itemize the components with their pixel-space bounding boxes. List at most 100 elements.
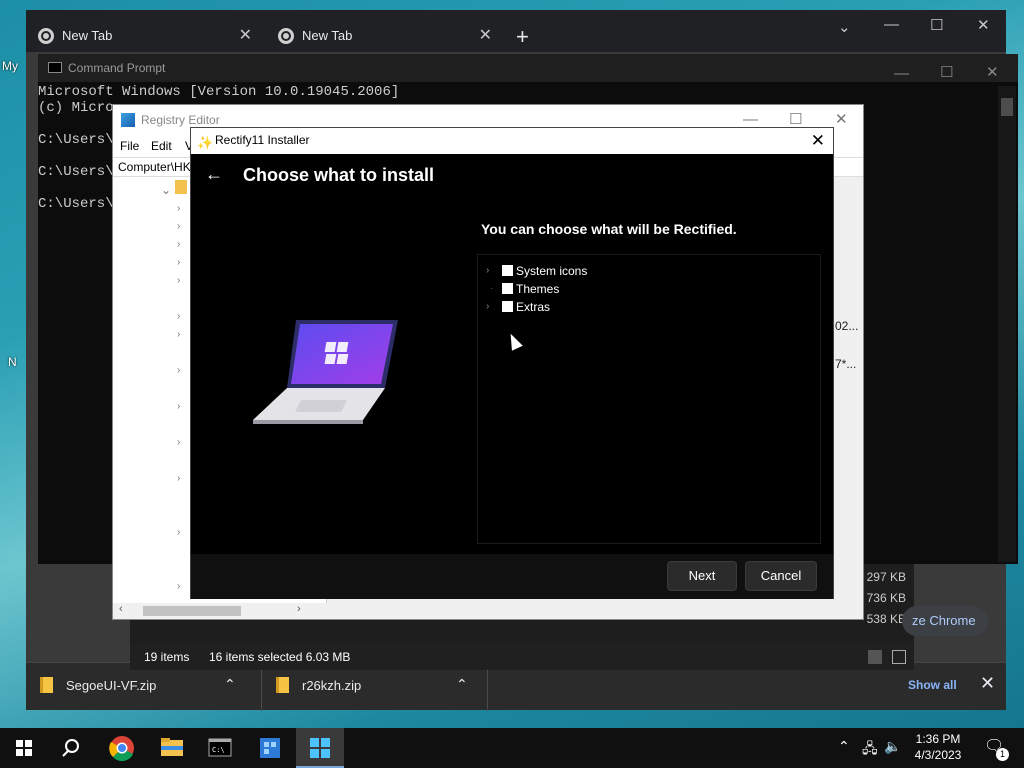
laptop-illustration [253,320,398,424]
search-button[interactable] [48,728,96,768]
chevron-right-icon[interactable]: › [486,262,489,280]
back-arrow-icon[interactable]: ← [205,164,223,185]
customize-chrome-button[interactable]: ze Chrome [902,606,988,636]
chevron-right-icon[interactable]: › [177,275,180,286]
tab-strip: New Tab ✕ New Tab ✕ + ⌄ — ☐ ✕ [26,10,1006,52]
regedit-icon [121,113,135,127]
network-icon[interactable]: 🖧 [862,738,878,762]
zip-file-icon [276,677,289,693]
desktop-icon-label[interactable]: My [2,59,18,73]
tab-search-icon[interactable]: ⌄ [838,18,851,36]
maximize-icon[interactable]: ☐ [930,16,943,34]
volume-icon[interactable]: 🔈 [884,738,901,755]
item-count: 19 items [144,650,190,664]
chevron-down-icon[interactable]: ⌄ [161,183,171,197]
close-icon[interactable]: ✕ [835,105,848,135]
chevron-right-icon[interactable]: › [177,365,180,376]
status-bar: 19 items 16 items selected 6.03 MB [130,644,914,670]
installer-title-bar[interactable]: ✨ Rectify11 Installer ✕ [191,128,833,154]
chevron-right-icon[interactable]: › [177,221,180,232]
console-icon: C:\ [208,738,232,757]
chevron-right-icon[interactable]: › [177,311,180,322]
tiles-view-icon[interactable] [892,650,906,664]
file-size: 538 KB [866,612,906,626]
chevron-right-icon[interactable]: › [177,401,180,412]
file-size: 297 KB [866,570,906,584]
chevron-up-icon[interactable]: ⌃ [224,676,236,693]
chevron-right-icon[interactable]: › [177,329,180,340]
checkbox[interactable] [502,265,513,276]
sparkle-icon: ✨ [197,135,214,150]
chevron-right-icon[interactable]: › [177,203,180,214]
taskbar-rectify11-installer[interactable] [296,728,344,768]
taskbar-registry-editor[interactable] [246,728,294,768]
checkbox[interactable] [502,301,513,312]
taskbar-chrome[interactable] [98,728,146,768]
cancel-button[interactable]: Cancel [745,561,817,591]
tab-title: New Tab [302,28,353,43]
show-all-downloads-link[interactable]: Show all [908,678,957,692]
new-tab-button[interactable]: + [516,24,529,50]
close-icon[interactable]: ✕ [977,16,990,34]
taskbar: C:\ ⌃ 🖧 🔈 1:36 PM 4/3/2023 🗨 1 [0,728,1024,768]
close-downloads-bar-icon[interactable]: ✕ [980,673,995,694]
regedit-icon [260,738,280,758]
cmd-title-bar[interactable]: Command Prompt — ☐ ✕ [38,54,1018,82]
desktop-icon-label[interactable]: N [8,355,17,369]
menu-edit[interactable]: Edit [151,135,172,157]
selection-info: 16 items selected 6.03 MB [209,650,351,664]
folder-icon [175,180,187,194]
notification-badge: 1 [996,748,1009,761]
window-title: Registry Editor [141,113,220,127]
chevron-up-icon[interactable]: ⌃ [838,738,850,755]
option-system-icons[interactable]: › System icons [478,262,778,280]
checkbox[interactable] [502,283,513,294]
tree-connector: · [490,283,494,294]
chrome-icon [109,736,134,762]
taskbar-file-explorer[interactable] [148,728,196,768]
close-tab-icon[interactable]: ✕ [239,23,252,49]
value-data: 7*... [835,357,857,371]
start-button[interactable] [0,728,48,768]
menu-file[interactable]: File [120,135,139,157]
chevron-right-icon[interactable]: › [177,581,180,592]
download-item[interactable]: SegoeUI-VF.zip ⌃ [26,663,262,711]
file-size: 736 KB [866,591,906,605]
clock-date: 4/3/2023 [914,748,962,762]
chevron-right-icon[interactable]: › [177,239,180,250]
windows-logo-icon [16,740,32,756]
svg-text:C:\: C:\ [212,746,225,754]
maximize-icon[interactable]: ☐ [940,59,953,87]
minimize-icon[interactable]: — [884,16,899,33]
install-options-tree[interactable]: › System icons · Themes › Extras [477,254,821,544]
browser-tab[interactable]: New Tab ✕ [26,23,262,52]
clock-time: 1:36 PM [915,732,961,746]
chevron-right-icon[interactable]: › [177,437,180,448]
minimize-icon[interactable]: — [894,60,909,88]
chevron-right-icon[interactable]: › [177,527,180,538]
installer-footer: Next Cancel [191,554,833,599]
chevron-right-icon[interactable]: › [177,257,180,268]
vertical-scrollbar[interactable] [998,86,1016,562]
browser-tab[interactable]: New Tab ✕ [266,23,502,52]
tab-title: New Tab [62,28,113,43]
chrome-favicon-icon [38,28,54,44]
close-icon[interactable]: ✕ [986,59,999,87]
chevron-right-icon[interactable]: › [486,298,489,316]
close-icon[interactable]: ✕ [811,129,825,153]
option-themes[interactable]: · Themes [478,280,778,298]
chevron-right-icon[interactable]: › [177,473,180,484]
option-extras[interactable]: › Extras [478,298,778,316]
next-button[interactable]: Next [667,561,737,591]
window-title: Rectify11 Installer [215,133,310,147]
windows11-logo-icon [310,738,330,758]
close-tab-icon[interactable]: ✕ [479,23,492,49]
horizontal-scrollbar[interactable]: ‹ › [113,603,327,619]
taskbar-command-prompt[interactable]: C:\ [196,728,244,768]
details-view-icon[interactable] [868,650,882,664]
value-data: 02... [835,319,859,333]
system-clock[interactable]: 1:36 PM 4/3/2023 [906,731,970,763]
rectify11-installer-window[interactable]: ✨ Rectify11 Installer ✕ ← Choose what to… [190,127,834,599]
download-item[interactable]: r26kzh.zip ⌃ [262,663,488,711]
chevron-up-icon[interactable]: ⌃ [456,676,468,693]
